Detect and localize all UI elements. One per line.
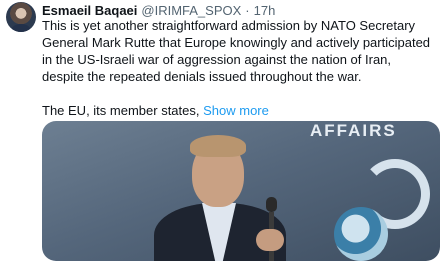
backdrop-affairs-text: AFFAIRS <box>310 121 397 140</box>
speaker-hair <box>190 135 246 157</box>
backdrop-logo-orb <box>334 207 388 261</box>
speaker-hand <box>256 229 284 251</box>
tweet-header: Esmaeil Baqaei @IRIMFA_SPOX · 17h <box>42 2 275 18</box>
separator-dot: · <box>245 2 250 18</box>
tweet-paragraph-2-text: The EU, its member states, <box>42 103 204 118</box>
tweet-video[interactable]: AFFAIRS <box>42 121 440 261</box>
tweet-timestamp[interactable]: 17h <box>254 3 276 18</box>
microphone-head <box>266 197 277 212</box>
show-more-link[interactable]: Show more <box>203 103 269 118</box>
tweet-paragraph-2: The EU, its member states, Show more <box>42 102 434 119</box>
tweet-text: This is yet another straightforward admi… <box>42 17 434 119</box>
author-avatar[interactable] <box>6 2 36 32</box>
tweet-paragraph-1: This is yet another straightforward admi… <box>42 18 431 84</box>
author-handle[interactable]: @IRIMFA_SPOX <box>141 3 241 18</box>
author-name[interactable]: Esmaeil Baqaei <box>42 3 137 18</box>
avatar-shirt <box>11 24 31 32</box>
